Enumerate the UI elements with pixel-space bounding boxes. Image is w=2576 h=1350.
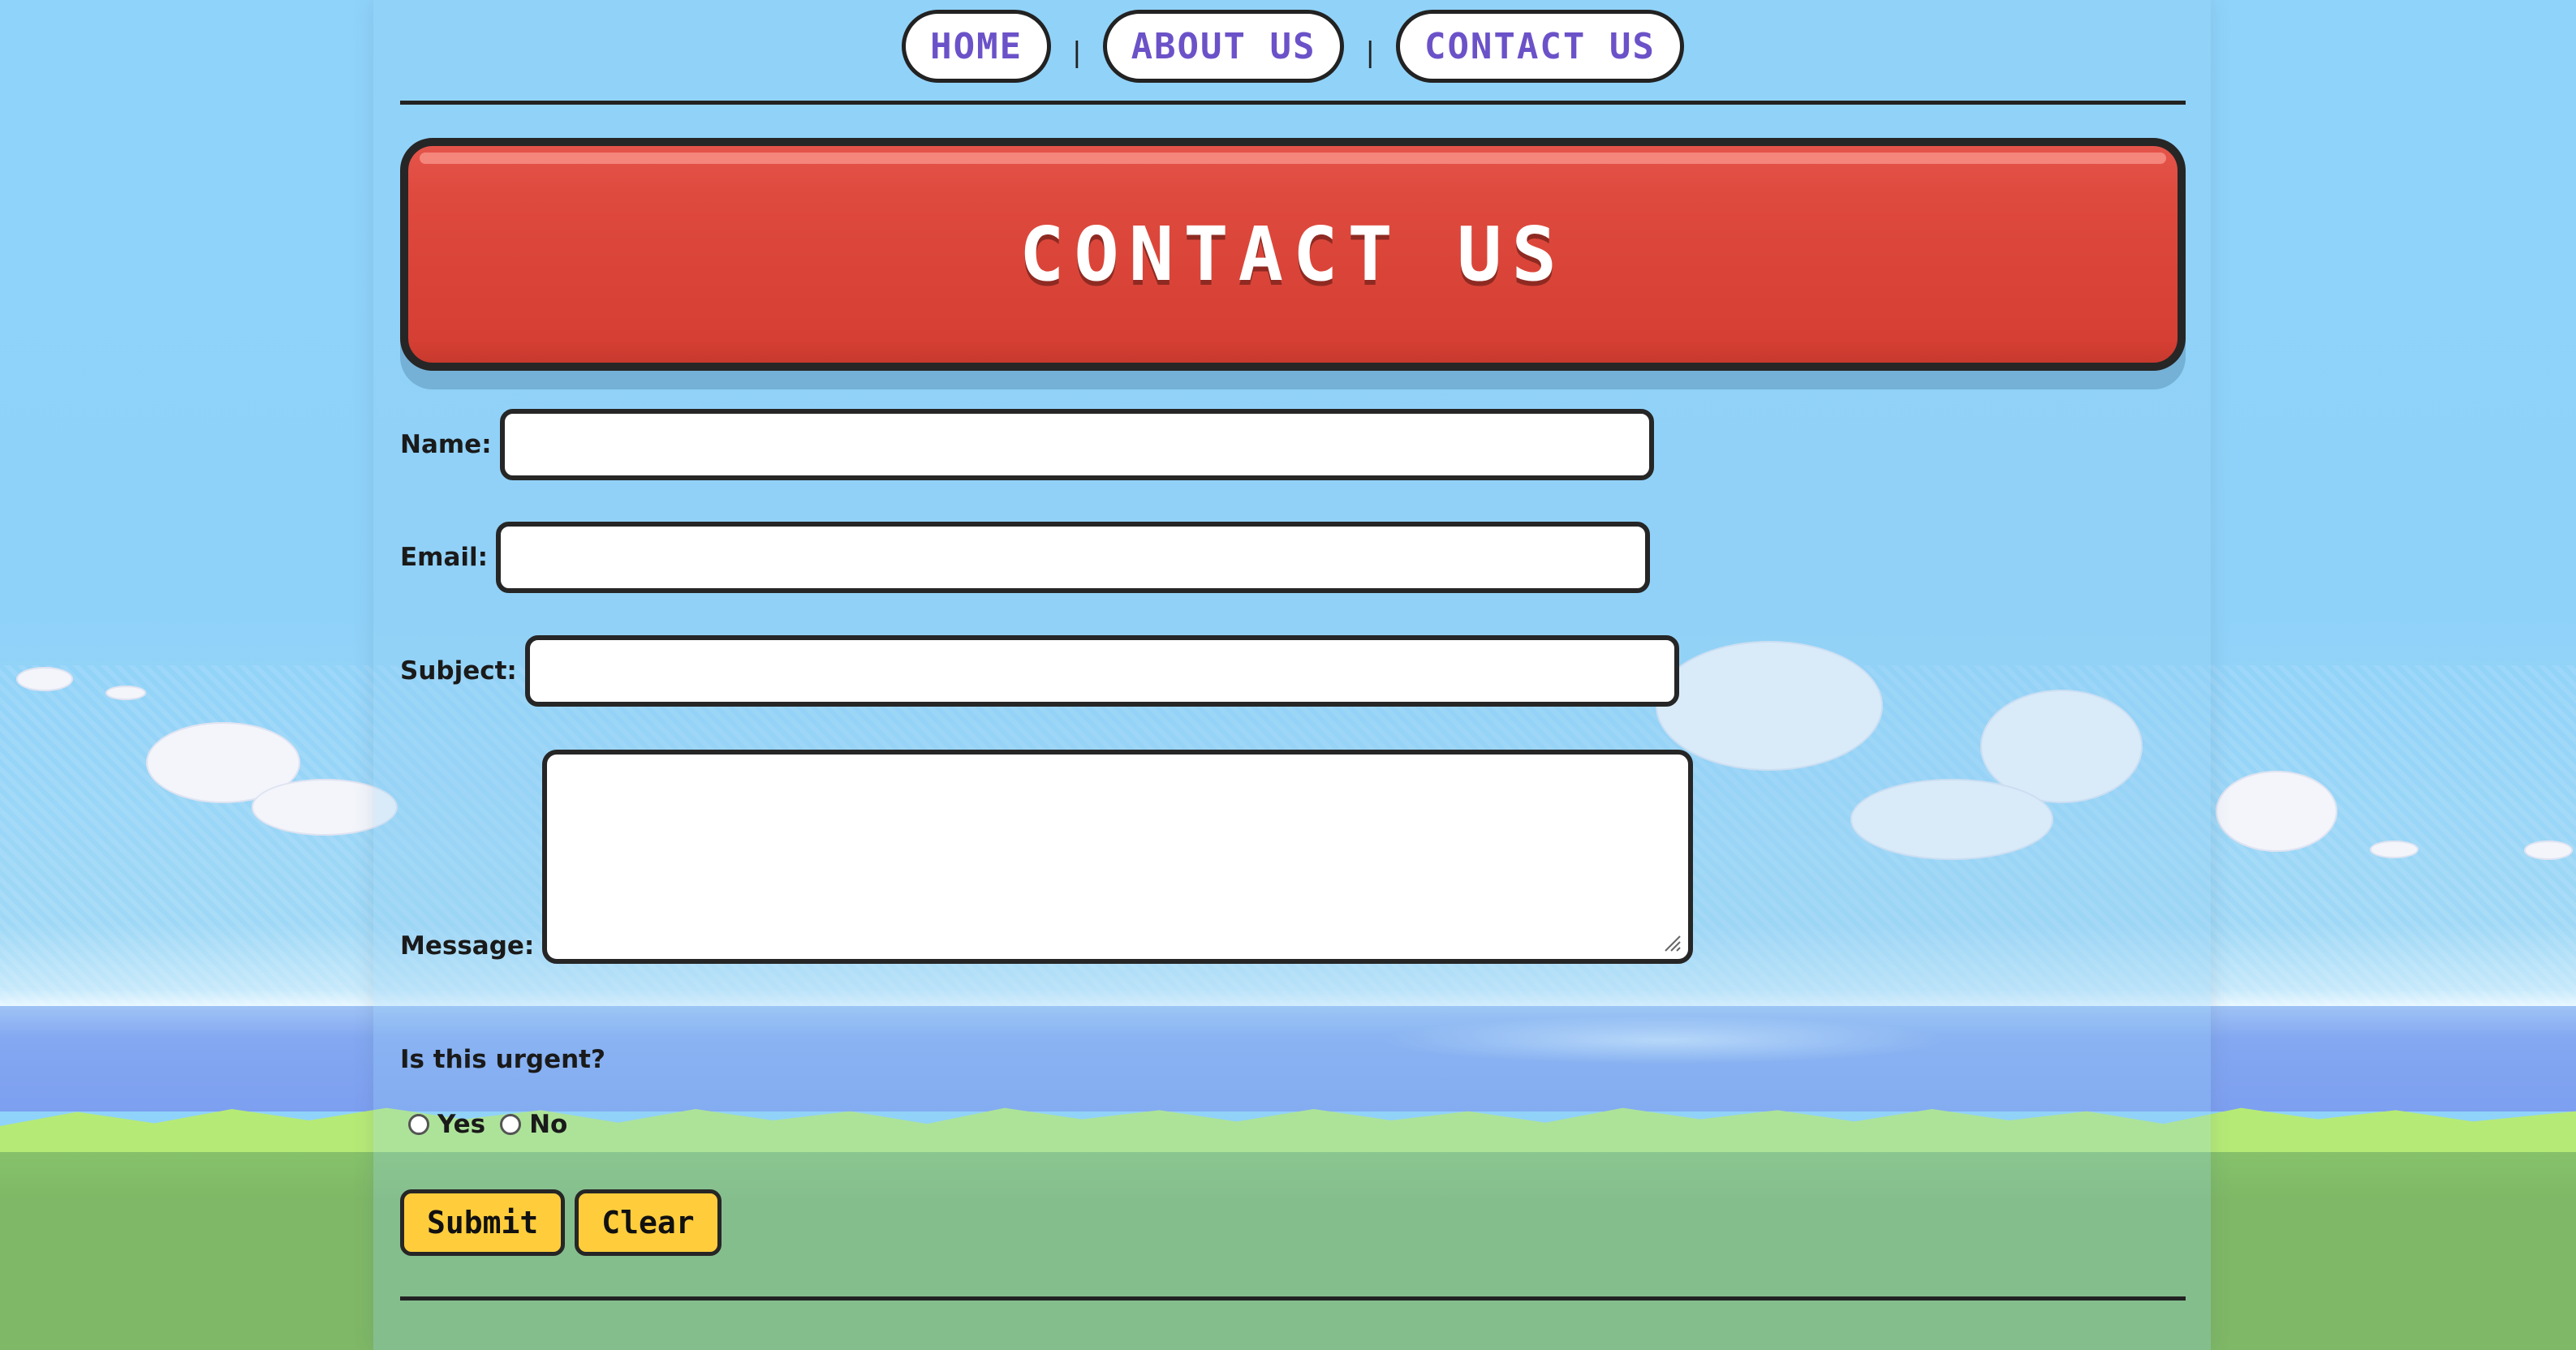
urgent-question-label: Is this urgent? [400, 1045, 605, 1074]
page-title: CONTACT US [1019, 211, 1566, 298]
subject-label: Subject: [400, 656, 517, 686]
resize-grip-icon[interactable] [1662, 933, 1682, 952]
email-label: Email: [400, 543, 489, 572]
email-input[interactable] [496, 522, 1651, 593]
name-label: Name: [400, 430, 492, 459]
nav-home-button[interactable]: HOME [902, 10, 1052, 83]
urgent-options: Yes No [408, 1110, 582, 1139]
nav-contact-us-button[interactable]: CONTACT US [1395, 10, 1684, 83]
nav-separator: | [1072, 37, 1082, 69]
message-label: Message: [400, 931, 535, 961]
cloud [16, 667, 73, 691]
urgent-question-row: Is this urgent? [400, 1045, 614, 1074]
nav-separator: | [1365, 37, 1375, 69]
cloud [2370, 841, 2419, 858]
message-row: Message: [400, 750, 1694, 964]
message-field-wrapper [542, 750, 1694, 964]
form-actions: Submit Clear [400, 1189, 722, 1256]
name-input[interactable] [499, 409, 1654, 480]
urgent-no-label[interactable]: No [529, 1110, 567, 1139]
subject-row: Subject: [400, 635, 1679, 707]
clear-button[interactable]: Clear [575, 1189, 722, 1256]
page-banner: CONTACT US [400, 138, 2186, 371]
cloud [2216, 771, 2337, 852]
submit-button[interactable]: Submit [400, 1189, 566, 1256]
cloud [106, 686, 146, 700]
top-nav: HOME | ABOUT US | CONTACT US [400, 6, 2186, 86]
urgent-no-radio[interactable] [500, 1114, 522, 1135]
top-divider [400, 101, 2186, 105]
message-textarea[interactable] [542, 750, 1694, 964]
name-row: Name: [400, 409, 1654, 480]
nav-about-us-button[interactable]: ABOUT US [1102, 10, 1345, 83]
page-container: HOME | ABOUT US | CONTACT US CONTACT US … [373, 0, 2211, 1350]
bottom-divider [400, 1296, 2186, 1301]
email-row: Email: [400, 522, 1651, 593]
urgent-yes-label[interactable]: Yes [437, 1110, 485, 1139]
cloud [2524, 841, 2573, 860]
subject-input[interactable] [524, 635, 1679, 707]
urgent-yes-radio[interactable] [408, 1114, 429, 1135]
